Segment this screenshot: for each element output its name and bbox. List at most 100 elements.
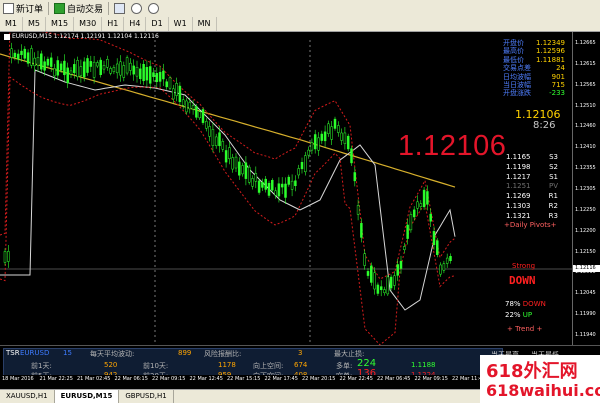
prev10-value: 1178 xyxy=(218,361,236,369)
candle-body xyxy=(429,213,432,222)
timeframe-mn[interactable]: MN xyxy=(193,17,217,31)
trading-terminal-window: 新订单 自动交易 M1 M5 M15 M30 H1 H4 D1 W1 MN EU… xyxy=(0,0,600,403)
time-tick: 22 Mar 17:45 xyxy=(264,376,298,382)
candle-body xyxy=(449,256,452,262)
toolbar-separator xyxy=(48,1,50,15)
candle-body xyxy=(198,111,201,119)
candle-body xyxy=(416,201,419,209)
candle-body xyxy=(228,147,231,160)
candle-body xyxy=(412,209,416,218)
zoom-in-icon xyxy=(131,2,143,14)
candle-body xyxy=(267,182,271,196)
candle-body xyxy=(346,135,350,150)
time-tick: 22 Mar 20:15 xyxy=(302,376,336,382)
avg-range-label: 每天平均波动: xyxy=(90,350,135,358)
candle-body xyxy=(7,251,10,262)
candle-body xyxy=(234,156,238,169)
chart-tools-button[interactable] xyxy=(111,1,128,16)
price-tick: 1.11990 xyxy=(575,311,596,318)
candle-body xyxy=(221,141,225,150)
candle-body xyxy=(82,61,86,78)
candle-body xyxy=(238,161,241,176)
auto-trading-icon xyxy=(54,2,66,14)
pivot-levels: 1.1165 S3 1.1198 S2 1.1217 S1 1.1251 PV 1.12… xyxy=(506,153,558,222)
stat-label: 开盘涨跌 xyxy=(503,89,531,98)
pivot-value: 1.1303 xyxy=(506,201,531,210)
tab-xauusd-h1[interactable]: XAUUSD,H1 xyxy=(0,390,55,403)
moving-average-line-fast xyxy=(0,69,456,311)
candle-body xyxy=(445,257,449,264)
down-pct-value: 78% xyxy=(505,300,521,308)
prev-day-value: 520 xyxy=(104,361,118,369)
pivot-label: S3 xyxy=(549,153,558,161)
candle-body xyxy=(20,50,23,56)
candle-body xyxy=(376,284,380,294)
watermark-line1: 618外汇网 xyxy=(486,361,578,382)
stat-value: 24 xyxy=(556,64,565,73)
zoom-out-button[interactable] xyxy=(145,1,162,16)
pivot-row: 1.1303 R2 xyxy=(506,202,558,212)
timeframe-m30[interactable]: M30 xyxy=(74,17,103,31)
candle-body xyxy=(436,240,439,255)
candle-body xyxy=(195,106,198,118)
candle-body xyxy=(261,181,264,188)
timeframe-m1[interactable]: M1 xyxy=(0,17,23,31)
candle-body xyxy=(254,173,258,182)
price-chart[interactable]: EURUSD,M15 1.12174 1.12191 1.12104 1.121… xyxy=(0,32,600,345)
timeframe-w1[interactable]: W1 xyxy=(169,17,193,31)
candle-body xyxy=(99,59,102,75)
candle-body xyxy=(419,203,423,207)
price-tick: 1.12150 xyxy=(575,248,596,255)
candle-body xyxy=(16,53,20,60)
candle-body xyxy=(422,189,426,208)
price-scale[interactable]: 1.12665 1.12615 1.12565 1.12510 1.12460 1.124… xyxy=(572,32,600,345)
tab-eurusd-m15[interactable]: EURUSD,M15 xyxy=(54,390,120,403)
tsr-tag: TSR xyxy=(6,349,20,357)
candle-body xyxy=(366,271,370,276)
chart-title-text: EURUSD,M15 1.12174 1.12191 1.12104 1.121… xyxy=(12,33,159,40)
candle-body xyxy=(23,48,27,59)
candle-body xyxy=(337,125,340,133)
candle-body xyxy=(162,70,165,80)
timeframe-h1[interactable]: H1 xyxy=(102,17,125,31)
candle-body xyxy=(323,131,327,142)
zoom-in-button[interactable] xyxy=(128,1,145,16)
toolbar-separator xyxy=(108,1,110,15)
pivot-value: 1.1165 xyxy=(506,153,531,161)
price-tick: 1.12045 xyxy=(575,290,596,297)
pivot-row: 1.1198 S2 xyxy=(506,163,558,173)
timeframe-m5[interactable]: M5 xyxy=(23,17,46,31)
candle-body xyxy=(370,265,373,283)
candle-body xyxy=(274,190,277,196)
candle-body xyxy=(46,58,50,66)
tab-gbpusd-h1[interactable]: GBPUSD,H1 xyxy=(119,390,174,403)
candle-body xyxy=(307,149,310,156)
current-price-tag: 1.12116 xyxy=(573,265,600,272)
pivot-row: 1.1269 R1 xyxy=(506,192,558,202)
candle-body xyxy=(66,67,69,84)
timeframe-m15[interactable]: M15 xyxy=(46,17,75,31)
down-pct-label: DOWN xyxy=(522,300,546,308)
candle-body xyxy=(49,57,53,67)
timeframe-d1[interactable]: D1 xyxy=(146,17,169,31)
strength-label: Strong xyxy=(512,262,536,270)
pivot-row: 1.1165 S3 xyxy=(506,153,558,163)
candle-body xyxy=(145,67,149,81)
candle-body xyxy=(142,64,145,82)
down-percentage: 78% DOWN xyxy=(505,300,546,308)
pivot-row: 1.1217 S1 xyxy=(506,173,558,183)
avg-range-value: 899 xyxy=(178,349,192,357)
risk-value: 3 xyxy=(298,349,303,357)
new-order-icon xyxy=(3,2,14,14)
new-order-button[interactable]: 新订单 xyxy=(0,1,46,16)
chart-symbol-title: EURUSD,M15 1.12174 1.12191 1.12104 1.121… xyxy=(4,33,159,40)
prev-day-label: 前1天: xyxy=(31,362,52,370)
price-tick: 1.12410 xyxy=(575,144,596,151)
candle-body xyxy=(132,65,135,75)
timeframe-h4[interactable]: H4 xyxy=(124,17,147,31)
pivot-row: 1.1251 PV xyxy=(506,182,558,192)
pivot-value: 1.1198 xyxy=(506,162,531,171)
candle-body xyxy=(214,136,218,146)
auto-trading-button[interactable]: 自动交易 xyxy=(51,1,106,16)
stat-row-high: 最高价 1.12596 xyxy=(503,47,565,55)
